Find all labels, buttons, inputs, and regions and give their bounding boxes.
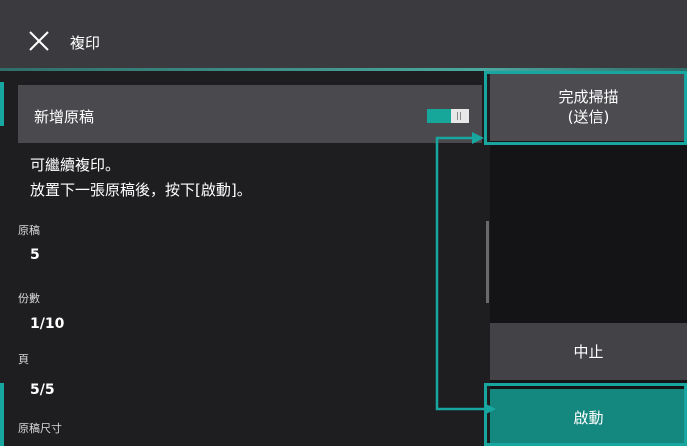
action-panel: 完成掃描 (送信) 中止 啟動 bbox=[490, 71, 687, 446]
toggle-on-indicator bbox=[427, 109, 453, 123]
pages-value: 5/5 bbox=[30, 382, 55, 398]
toggle-knob bbox=[451, 109, 469, 123]
stop-button[interactable]: 中止 bbox=[490, 323, 687, 380]
finish-scan-label: 完成掃描 (送信) bbox=[558, 88, 619, 126]
finish-scan-button[interactable]: 完成掃描 (送信) bbox=[490, 73, 687, 141]
scrollbar[interactable] bbox=[486, 221, 489, 303]
add-original-toggle[interactable] bbox=[427, 109, 469, 123]
job-status-panel: 新增原稿 可繼續複印。 放置下一張原稿後，按下[啟動]。 原稿 5 份數 1/1… bbox=[0, 71, 490, 446]
page-title: 複印 bbox=[70, 34, 101, 52]
add-original-label: 新增原稿 bbox=[34, 108, 95, 126]
close-icon[interactable] bbox=[28, 30, 50, 52]
originals-value: 5 bbox=[30, 247, 40, 263]
originals-label: 原稿 bbox=[18, 224, 40, 237]
copies-value: 1/10 bbox=[30, 316, 65, 332]
start-button[interactable]: 啟動 bbox=[490, 389, 687, 446]
start-label: 啟動 bbox=[573, 409, 604, 427]
pages-label: 頁 bbox=[18, 353, 29, 366]
stop-label: 中止 bbox=[573, 343, 604, 361]
original-size-label: 原稿尺寸 bbox=[18, 422, 62, 435]
add-original-row[interactable]: 新增原稿 bbox=[18, 85, 482, 143]
instruction-message: 放置下一張原稿後，按下[啟動]。 bbox=[30, 181, 252, 199]
copies-label: 份數 bbox=[18, 292, 40, 305]
continue-message: 可繼續複印。 bbox=[30, 156, 121, 174]
title-bar: 複印 bbox=[0, 0, 687, 68]
